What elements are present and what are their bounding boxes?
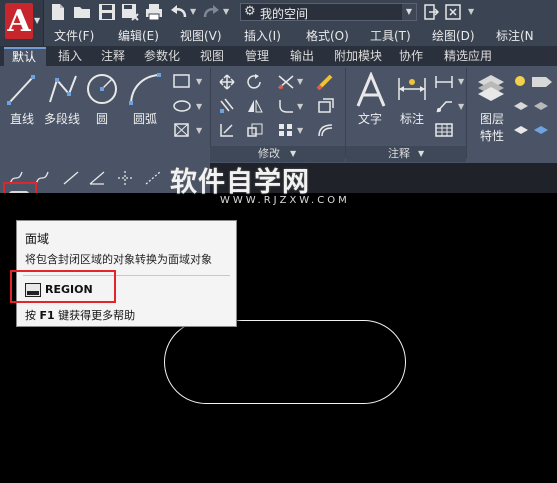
array-dropdown-icon[interactable]: ▼ — [297, 126, 303, 135]
layer-state-icon[interactable] — [512, 74, 556, 90]
polyline-icon[interactable] — [47, 72, 79, 106]
tab-view[interactable]: 视图 — [200, 47, 224, 66]
layer-isolate-icon[interactable] — [512, 122, 556, 138]
tab-output[interactable]: 输出 — [290, 47, 314, 66]
watermark-title: 软件自学网 — [170, 167, 310, 198]
annotation-panel-footer[interactable]: 注释 ▼ — [346, 146, 466, 162]
redo-icon[interactable] — [202, 3, 220, 21]
line-icon[interactable] — [6, 72, 36, 106]
trim-dropdown-icon[interactable]: ▼ — [297, 77, 303, 86]
autocad-logo-icon: A — [5, 3, 33, 39]
layer-properties-icon[interactable] — [476, 72, 506, 104]
arc-label[interactable]: 圆弧 — [133, 110, 157, 127]
share-icon[interactable] — [423, 3, 439, 21]
region-command-highlight — [10, 270, 116, 303]
text-label[interactable]: 文字 — [358, 110, 382, 127]
menu-dimension[interactable]: 标注(N — [496, 27, 534, 44]
open-folder-icon[interactable] — [73, 4, 93, 20]
text-icon[interactable] — [355, 72, 387, 110]
stretch-icon[interactable] — [218, 122, 236, 138]
tab-default[interactable]: 默认 — [4, 47, 46, 66]
dimension-icon[interactable] — [396, 74, 428, 104]
redo-dropdown-icon[interactable]: ▼ — [223, 7, 229, 16]
copy-icon[interactable] — [218, 98, 236, 114]
table-icon[interactable] — [434, 122, 454, 138]
mirror-icon[interactable] — [246, 98, 264, 114]
arc-icon[interactable] — [128, 72, 162, 106]
layer-match-icon[interactable] — [512, 98, 556, 114]
help-prefix: 按 — [25, 309, 36, 322]
fillet-icon[interactable] — [277, 98, 295, 114]
rounded-slot-shape[interactable] — [164, 320, 406, 404]
line-label[interactable]: 直线 — [10, 110, 34, 127]
watermark-url: WWW.RJZXW.COM — [220, 195, 350, 206]
hatch-dropdown-icon[interactable]: ▼ — [196, 102, 202, 111]
quick-access-customize-icon[interactable]: ▼ — [468, 7, 474, 16]
tab-parametric[interactable]: 参数化 — [144, 47, 180, 66]
polyline-label[interactable]: 多段线 — [44, 110, 80, 127]
undo-icon[interactable] — [170, 3, 188, 21]
trim-icon[interactable] — [277, 74, 295, 90]
menu-tools[interactable]: 工具(T) — [370, 27, 411, 44]
tab-collaborate[interactable]: 协作 — [399, 47, 423, 66]
leader-icon[interactable] — [434, 98, 454, 114]
menu-format[interactable]: 格式(O) — [306, 27, 349, 44]
leader-dropdown-icon[interactable]: ▼ — [458, 102, 464, 111]
ribbon-separator — [345, 68, 346, 158]
tab-annotate[interactable]: 注释 — [101, 47, 125, 66]
offset-icon[interactable] — [316, 122, 336, 138]
layer-properties-label-2[interactable]: 特性 — [480, 127, 504, 144]
rotate-icon[interactable] — [246, 74, 264, 90]
save-as-icon[interactable] — [121, 3, 139, 21]
workspace-label: 我的空间 — [260, 7, 309, 21]
undo-dropdown-icon[interactable]: ▼ — [190, 7, 196, 16]
print-icon[interactable] — [145, 3, 163, 21]
circle-icon[interactable] — [86, 72, 118, 106]
menu-edit[interactable]: 编辑(E) — [118, 27, 159, 44]
ribbon-separator — [466, 68, 467, 158]
menu-insert[interactable]: 插入(I) — [244, 27, 281, 44]
chevron-down-icon: ▼ — [418, 149, 425, 158]
boundary-dropdown-icon[interactable]: ▼ — [196, 126, 202, 135]
circle-label[interactable]: 圆 — [96, 110, 108, 127]
tooltip-help-text: 按 F1 键获得更多帮助 — [25, 307, 135, 323]
scale-icon[interactable] — [246, 122, 264, 138]
menu-draw[interactable]: 绘图(D) — [432, 27, 475, 44]
ribbon-separator — [210, 68, 211, 158]
tab-manage[interactable]: 管理 — [245, 47, 269, 66]
gear-icon: ⚙ — [244, 4, 256, 19]
chevron-down-icon: ▼ — [402, 4, 416, 20]
tab-featured-apps[interactable]: 精选应用 — [444, 47, 492, 66]
new-file-icon[interactable] — [50, 3, 66, 21]
tab-insert[interactable]: 插入 — [58, 47, 82, 66]
application-menu-button[interactable]: A ▼ — [0, 0, 44, 46]
workspace-selector[interactable]: ⚙ 我的空间 ▼ — [240, 3, 417, 21]
rectangle-dropdown-icon[interactable]: ▼ — [196, 77, 202, 86]
layer-properties-label-1[interactable]: 图层 — [480, 110, 504, 127]
move-icon[interactable] — [218, 74, 236, 90]
dimension-label[interactable]: 标注 — [400, 110, 424, 127]
tooltip-description: 将包含封闭区域的对象转换为面域对象 — [25, 253, 212, 266]
hatch-icon[interactable] — [172, 98, 192, 114]
help-key: F1 — [39, 309, 55, 322]
rectangle-icon[interactable] — [172, 73, 192, 89]
menu-view[interactable]: 视图(V) — [180, 27, 222, 44]
array-icon[interactable] — [277, 122, 295, 138]
tooltip-title: 面域 — [25, 232, 50, 246]
chevron-down-icon: ▼ — [34, 16, 41, 25]
save-icon[interactable] — [98, 3, 116, 21]
boundary-icon[interactable] — [172, 122, 192, 138]
erase-icon[interactable] — [316, 74, 336, 90]
tab-addins[interactable]: 附加模块 — [334, 47, 382, 66]
annotation-panel-title: 注释 — [388, 147, 410, 160]
fillet-dropdown-icon[interactable]: ▼ — [297, 102, 303, 111]
help-suffix: 键获得更多帮助 — [58, 309, 136, 322]
exchange-icon[interactable] — [445, 3, 461, 21]
menu-file[interactable]: 文件(F) — [54, 27, 94, 44]
linear-dimension-icon[interactable] — [434, 74, 454, 90]
explode-icon[interactable] — [316, 98, 336, 114]
dimension-dropdown-icon[interactable]: ▼ — [458, 77, 464, 86]
